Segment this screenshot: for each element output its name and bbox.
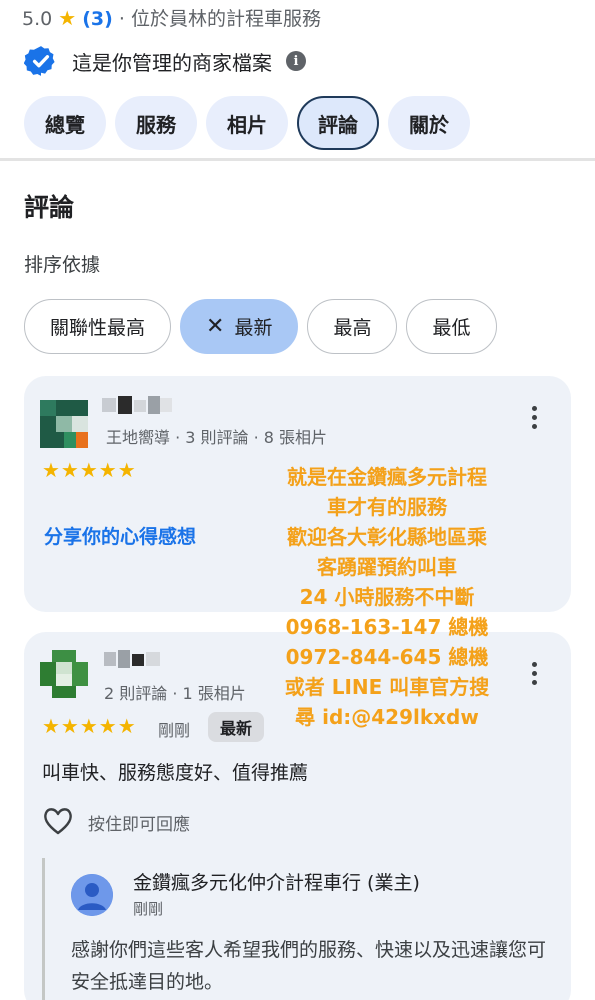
reviews-title: 評論 xyxy=(24,193,75,222)
chip-label: 關聯性最高 xyxy=(50,317,146,339)
sort-chips: 關聯性最高 ✕ 最新 最高 最低 xyxy=(24,299,497,354)
heart-icon[interactable] xyxy=(42,806,74,836)
tab-reviews[interactable]: 評論 xyxy=(297,96,379,150)
owner-reply: 金鑽瘋多元化仲介計程車行 (業主) 剛剛 感謝你們這些客人希望我們的服務、快速以… xyxy=(42,858,554,1000)
reviewer-meta: 2 則評論 · 1 張相片 xyxy=(104,684,246,703)
more-vert-icon[interactable] xyxy=(530,662,538,685)
chip-label: 最新 xyxy=(234,317,273,339)
section-divider xyxy=(0,158,595,161)
owner-name: 金鑽瘋多元化仲介計程車行 (業主) xyxy=(133,872,420,894)
info-icon[interactable]: i xyxy=(286,51,306,71)
person-avatar-icon xyxy=(71,874,113,916)
more-vert-icon[interactable] xyxy=(530,406,538,429)
review-text: 叫車快、服務態度好、值得推薦 xyxy=(42,762,309,784)
sort-label: 排序依據 xyxy=(24,254,101,276)
reply-hint: 按住即可回應 xyxy=(88,815,190,835)
overlay-line: 0972-844-645 總機 xyxy=(285,645,489,669)
chip-label: 最高 xyxy=(333,317,372,339)
review-count-link[interactable]: (3) xyxy=(82,8,113,30)
business-subtitle: 位於員林的計程車服務 xyxy=(130,8,321,30)
overlay-line: 或者 LINE 叫車官方搜 xyxy=(284,675,490,699)
star-rating: ★★★★★ xyxy=(42,458,137,482)
overlay-line: 尋 id:@429lkxdw xyxy=(295,705,479,729)
review-time: 剛剛 xyxy=(158,721,191,740)
overlay-line: 24 小時服務不中斷 xyxy=(299,585,475,609)
reviewer-meta: 王地嚮導 · 3 則評論 · 8 張相片 xyxy=(106,428,328,447)
new-badge: 最新 xyxy=(208,712,265,742)
tab-about[interactable]: 關於 xyxy=(388,96,470,150)
overlay-line: 客踴躍預約叫車 xyxy=(317,555,457,579)
owner-reply-time: 剛剛 xyxy=(133,900,164,918)
overlay-line: 就是在金鑽瘋多元計程 xyxy=(287,465,487,489)
star-icon: ★ xyxy=(58,6,77,30)
tab-services[interactable]: 服務 xyxy=(115,96,197,150)
share-review-link[interactable]: 分享你的心得感想 xyxy=(44,522,196,549)
owner-reply-text: 感謝你們這些客人希望我們的服務、快速以及迅速讓您可安全抵達目的地。 xyxy=(71,939,547,993)
avatar[interactable] xyxy=(40,400,88,448)
overlay-ad-text: 就是在金鑽瘋多元計程 車才有的服務 歡迎各大彰化縣地區乘 客踴躍預約叫車 24 … xyxy=(262,462,512,732)
verified-row: 這是你管理的商家檔案 i xyxy=(24,44,306,78)
close-icon: ✕ xyxy=(206,314,225,339)
sort-chip-relevance[interactable]: 關聯性最高 xyxy=(24,299,172,354)
verified-text: 這是你管理的商家檔案 xyxy=(72,50,272,75)
overlay-line: 0968-163-147 總機 xyxy=(285,615,489,639)
reviewer-name-redacted xyxy=(102,396,172,414)
tab-bar: 總覽 服務 相片 評論 關於 xyxy=(24,96,470,150)
sort-chip-lowest[interactable]: 最低 xyxy=(406,299,497,354)
avatar[interactable] xyxy=(40,650,88,698)
star-rating: ★★★★★ xyxy=(42,714,137,738)
separator: · xyxy=(118,8,125,30)
reviewer-name-redacted xyxy=(104,650,160,668)
sort-chip-highest[interactable]: 最高 xyxy=(307,299,398,354)
rating-score: 5.0 xyxy=(22,8,53,30)
sort-chip-newest[interactable]: ✕ 最新 xyxy=(180,299,299,354)
rating-summary: 5.0 ★ (3) · 位於員林的計程車服務 xyxy=(22,4,321,31)
chip-label: 最低 xyxy=(432,317,471,339)
tab-photos[interactable]: 相片 xyxy=(206,96,288,150)
verified-badge-icon xyxy=(24,46,55,76)
overlay-line: 歡迎各大彰化縣地區乘 xyxy=(287,525,487,549)
overlay-line: 車才有的服務 xyxy=(327,495,447,519)
tab-overview[interactable]: 總覽 xyxy=(24,96,106,150)
